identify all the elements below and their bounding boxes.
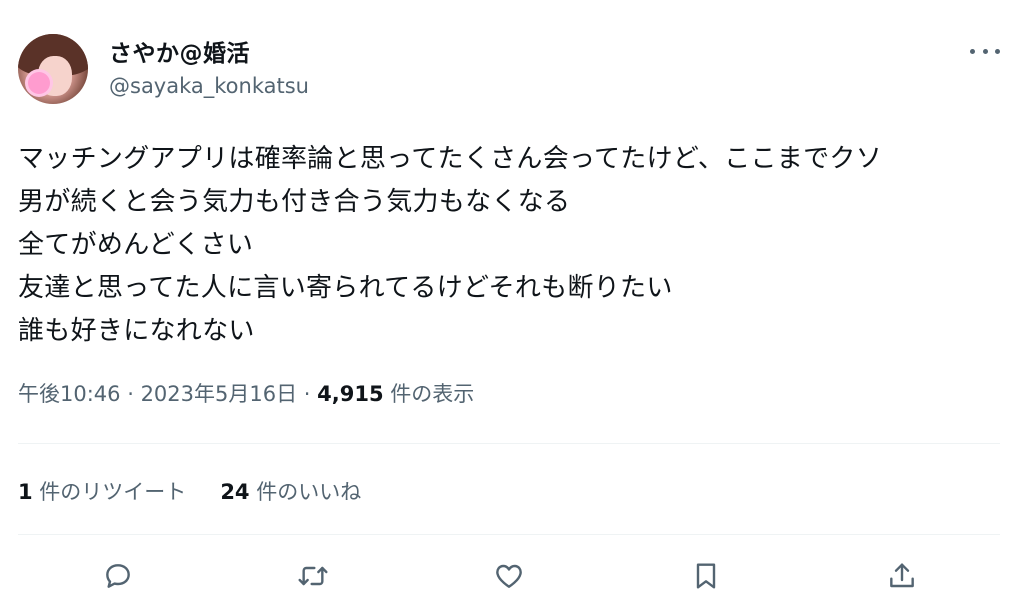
user-handle[interactable]: @sayaka_konkatsu [109,74,309,98]
tweet-line: マッチングアプリは確率論と思ってたくさん会ってたけど、ここまでクソ [18,144,883,174]
likes-stat[interactable]: 24 件のいいね [220,480,361,504]
tweet-line: 男が続くと会う気力も付き合う気力もなくなる [18,187,571,217]
retweets-count: 1 [18,480,33,504]
more-dot [970,48,975,54]
views-label: 件の表示 [383,382,475,406]
divider [18,443,1000,444]
tweet-text: マッチングアプリは確率論と思ってたくさん会ってたけど、ここまでクソ 男が続くと会… [18,138,1008,353]
divider [18,534,1000,535]
bookmark-button[interactable] [686,556,726,596]
retweets-stat[interactable]: 1 件のリツイート [18,480,186,504]
display-name[interactable]: さやか@婚活 [109,34,250,68]
retweet-button[interactable] [293,556,333,596]
tweet-line: 全てがめんどくさい [18,230,254,260]
tweet-line: 誰も好きになれない [18,316,255,346]
flower-icon [28,72,50,94]
views-count: 4,915 [317,382,384,406]
retweet-icon [298,566,328,586]
reply-button[interactable] [98,556,138,596]
avatar[interactable] [18,34,88,104]
engagement-stats: 1 件のリツイート 24 件のいいね [18,476,395,506]
share-button[interactable] [882,556,922,596]
retweets-label: 件のリツイート [32,480,187,504]
meta-separator: · [297,382,318,406]
bookmark-icon [696,563,716,589]
like-button[interactable] [489,556,529,596]
meta-separator: · [120,382,141,406]
more-dot [995,48,1000,54]
tweet-time[interactable]: 午後10:46 [18,382,121,406]
likes-label: 件のいいね [249,480,362,504]
tweet-line: 友達と思ってた人に言い寄られてるけどそれも断りたい [18,273,673,303]
share-icon [890,563,914,588]
heart-icon [496,564,522,588]
likes-count: 24 [220,480,250,504]
tweet-meta: 午後10:46 · 2023年5月16日 · 4,915 件の表示 [18,378,474,408]
reply-icon [106,564,130,588]
more-horizontal-icon[interactable] [970,44,1000,58]
more-dot [982,48,988,54]
tweet-date[interactable]: 2023年5月16日 [141,382,298,406]
action-bar [0,556,1024,598]
